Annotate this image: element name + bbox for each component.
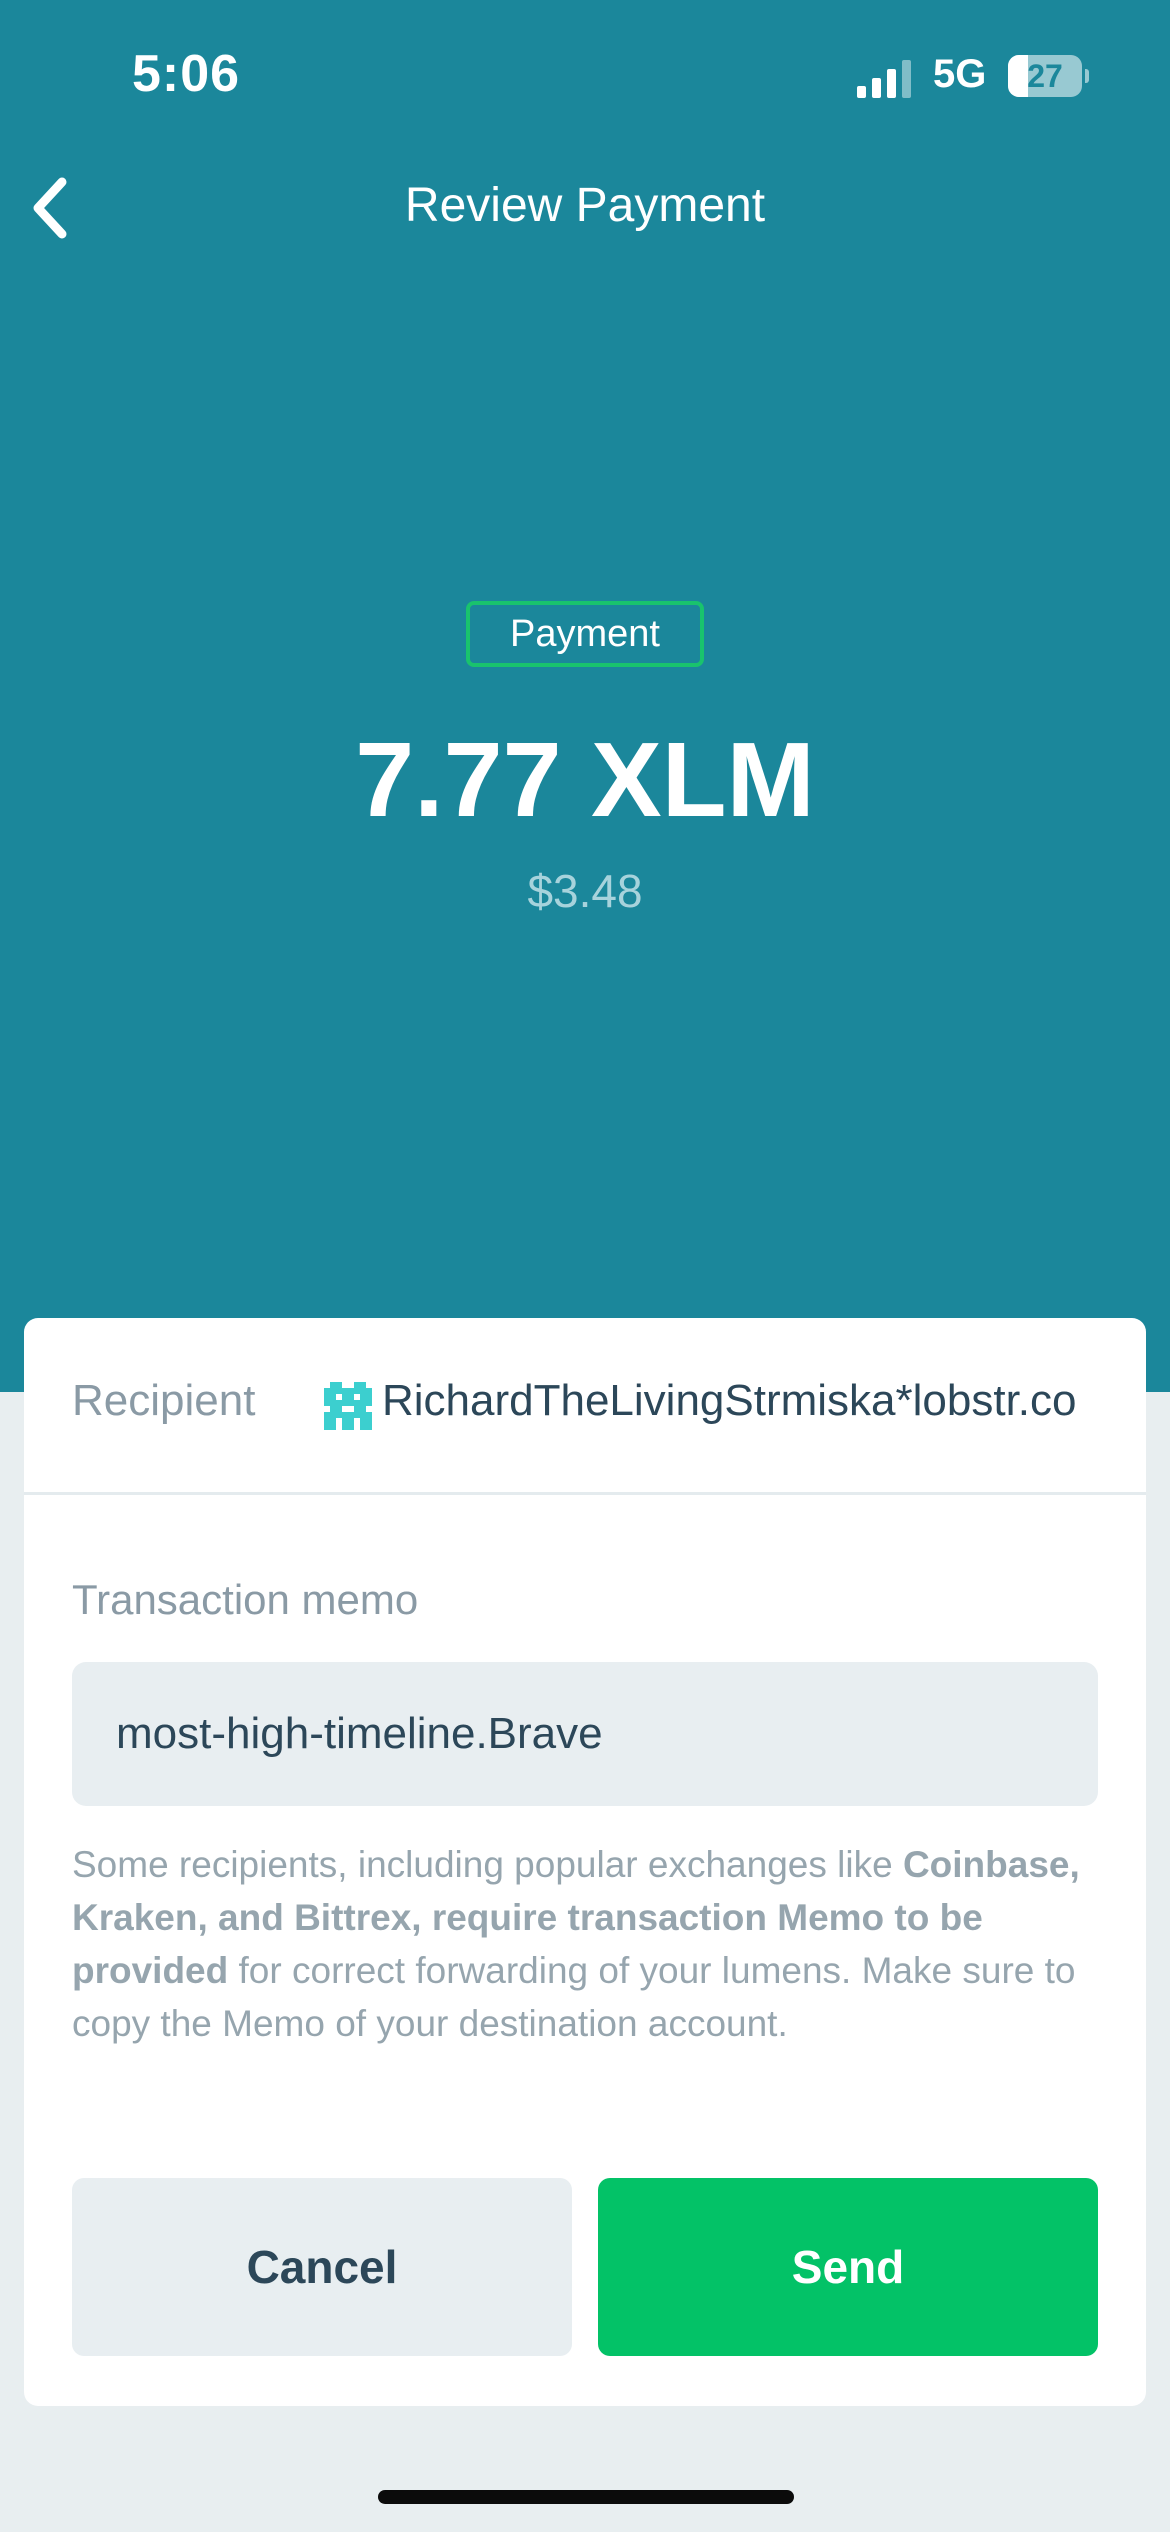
recipient-address: RichardTheLivingStrmiska*lobstr.co (382, 1376, 1077, 1425)
status-time: 5:06 (132, 45, 241, 103)
identicon-icon (324, 1382, 372, 1430)
battery-body: 27 (1008, 55, 1082, 97)
page-title: Review Payment (404, 179, 766, 232)
recipient-label: Recipient (72, 1376, 256, 1425)
payment-amount: 7.77 XLM (355, 721, 815, 839)
memo-input[interactable] (72, 1662, 1098, 1806)
battery-icon: 27 (1008, 55, 1089, 99)
battery-level: 27 (1027, 58, 1063, 94)
battery-cap (1085, 69, 1089, 83)
home-indicator[interactable] (378, 2490, 794, 2504)
payment-type-badge: Payment (466, 601, 704, 667)
send-button[interactable]: Send (598, 2178, 1098, 2356)
cellular-signal-icon (857, 60, 911, 98)
cancel-button[interactable]: Cancel (72, 2178, 572, 2356)
payment-details-card: Recipient RichardTheLivingStrmiska*lobst… (24, 1318, 1146, 2406)
network-type: 5G (933, 52, 987, 96)
memo-hint-text: Some recipients, including popular excha… (72, 1844, 903, 1885)
fiat-value: $3.48 (527, 865, 643, 917)
recipient-row: Recipient RichardTheLivingStrmiska*lobst… (24, 1318, 1146, 1495)
memo-hint: Some recipients, including popular excha… (72, 1838, 1112, 2050)
memo-label: Transaction memo (72, 1576, 419, 1623)
